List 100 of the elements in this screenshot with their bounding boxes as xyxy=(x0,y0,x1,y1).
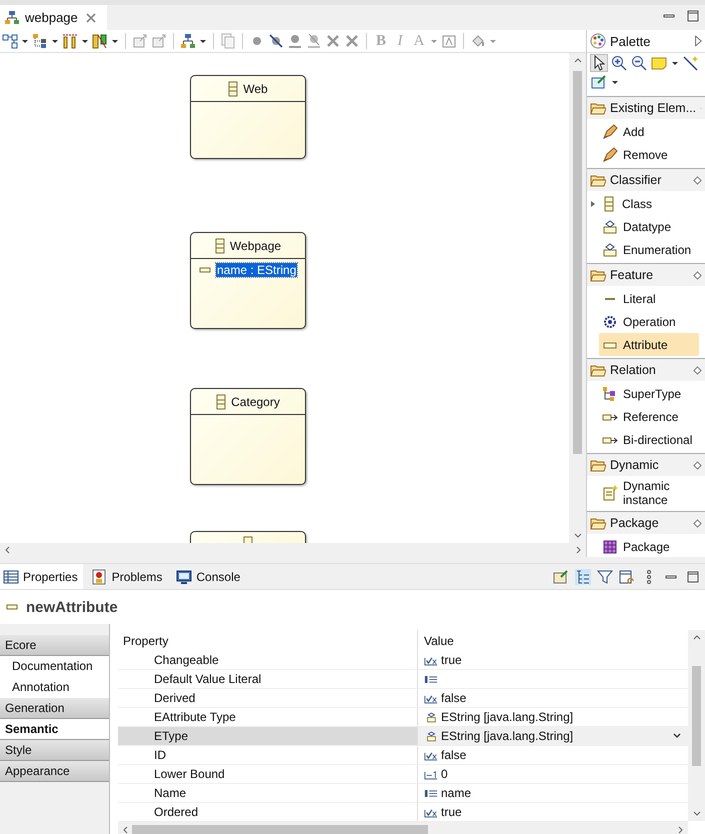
diagram-icon xyxy=(4,10,20,26)
palette-item[interactable]: Reference xyxy=(599,405,699,428)
note-attachment-icon[interactable] xyxy=(591,74,607,90)
palette-item[interactable]: Literal xyxy=(599,287,699,310)
attribute-label[interactable]: name : EString xyxy=(216,263,298,277)
palette-item[interactable]: Dynamic instance xyxy=(599,477,699,509)
expand-icon[interactable] xyxy=(590,200,596,208)
view-tab[interactable]: Properties xyxy=(0,564,83,589)
property-row[interactable]: Derived false xyxy=(118,689,688,708)
restore-default-icon[interactable] xyxy=(619,568,635,584)
palette-item[interactable]: Class xyxy=(599,192,699,215)
view-tab[interactable]: Console xyxy=(173,564,246,589)
align-icon[interactable] xyxy=(62,33,78,49)
property-row[interactable]: Lower Bound 0 xyxy=(118,765,688,784)
class-name: Category xyxy=(231,394,280,408)
category-tab[interactable]: Generation xyxy=(0,698,109,719)
view-tab[interactable]: Problems xyxy=(88,564,168,589)
category-tab[interactable]: Style xyxy=(0,740,109,761)
property-row[interactable]: EType EString [java.lang.String] xyxy=(118,727,688,746)
text-icon xyxy=(424,788,438,798)
pointer-icon[interactable] xyxy=(591,55,607,71)
vertical-scrollbar[interactable] xyxy=(688,630,705,821)
property-value: name xyxy=(441,786,472,800)
horizontal-scrollbar[interactable] xyxy=(0,543,586,557)
horizontal-scrollbar[interactable] xyxy=(118,822,688,834)
palette-drawer[interactable]: Existing Elem... xyxy=(587,97,705,119)
package-icon xyxy=(602,538,618,554)
palette-drawer[interactable]: Classifier xyxy=(587,169,705,191)
vertical-scrollbar[interactable] xyxy=(569,53,586,543)
palette-item[interactable]: Remove xyxy=(599,143,699,166)
class-node[interactable]: Webpage name : EString xyxy=(190,232,306,329)
property-value: false xyxy=(441,748,466,762)
palette-drawer[interactable]: Relation xyxy=(587,359,705,381)
font-color-icon[interactable] xyxy=(441,33,457,49)
hierarchy-icon[interactable] xyxy=(180,33,196,49)
palette-item[interactable]: Add xyxy=(599,120,699,143)
property-row[interactable]: Changeable true xyxy=(118,651,688,670)
palette-item[interactable]: Package xyxy=(599,535,699,557)
fill-icon[interactable] xyxy=(470,33,486,49)
filter-icon[interactable] xyxy=(597,568,613,584)
palette-item[interactable]: SuperType xyxy=(599,382,699,405)
class-icon xyxy=(214,238,225,254)
property-value: EString [java.lang.String] xyxy=(441,729,574,743)
category-tab[interactable]: Appearance xyxy=(0,761,109,782)
instance-icon xyxy=(602,485,618,501)
property-value: 0 xyxy=(441,767,448,781)
categories-icon[interactable] xyxy=(575,568,591,584)
category-tab[interactable]: Ecore xyxy=(0,635,109,656)
palette-item[interactable]: Datatype xyxy=(599,215,699,238)
property-row[interactable]: Name name xyxy=(118,784,688,803)
palette-item[interactable]: Attribute xyxy=(599,333,699,356)
problems-icon xyxy=(92,568,108,584)
datatype-icon xyxy=(602,218,618,234)
zoom-in-icon[interactable] xyxy=(611,55,627,71)
hide-icon[interactable] xyxy=(268,33,284,49)
property-name: EAttribute Type xyxy=(154,710,236,724)
palette-item[interactable]: Enumeration xyxy=(599,238,699,261)
class-icon xyxy=(228,80,238,96)
pen-icon xyxy=(602,124,618,140)
boolean-icon xyxy=(424,806,438,818)
boolean-icon xyxy=(424,750,438,760)
class-node[interactable]: Web xyxy=(190,75,306,159)
hierarchy-icon xyxy=(602,386,618,402)
hide-label-icon[interactable] xyxy=(306,33,322,49)
category-tab[interactable]: Documentation xyxy=(0,656,109,677)
number-icon xyxy=(424,768,438,780)
palette-drawer[interactable]: Dynamic xyxy=(587,454,705,476)
datatype-icon xyxy=(424,712,438,722)
resize-icon[interactable] xyxy=(92,33,108,49)
palette-drawer[interactable]: Package xyxy=(587,512,705,534)
maximize-icon[interactable] xyxy=(685,8,701,24)
category-tab[interactable]: Semantic xyxy=(0,719,109,740)
layout-icon[interactable] xyxy=(2,33,18,49)
palette-icon xyxy=(590,33,606,49)
delete-icon[interactable] xyxy=(325,33,341,49)
editor-tab[interactable]: webpage xyxy=(0,5,107,30)
palette-drawer[interactable]: Feature xyxy=(587,264,705,286)
category-tab[interactable]: Annotation xyxy=(0,677,109,698)
property-row[interactable]: ID false xyxy=(118,746,688,765)
arrange-icon[interactable] xyxy=(32,33,48,49)
palette-item[interactable]: Operation xyxy=(599,310,699,333)
connector-icon[interactable] xyxy=(683,55,699,71)
property-value: false xyxy=(441,691,466,705)
property-name: Name xyxy=(154,786,186,800)
column-header[interactable]: Value xyxy=(418,630,688,651)
datatype-icon xyxy=(424,730,438,742)
column-header[interactable]: Property xyxy=(118,630,418,651)
palette-item[interactable]: Bi-directional xyxy=(599,428,699,451)
boolean-icon xyxy=(424,692,438,704)
delete-icon[interactable] xyxy=(344,33,360,49)
collapse-icon[interactable] xyxy=(694,35,702,47)
maximize-icon[interactable] xyxy=(685,568,701,584)
property-name: Lower Bound xyxy=(154,767,225,781)
class-name: Webpage xyxy=(230,238,282,252)
palette-title: Palette xyxy=(610,34,652,48)
zoom-out-icon[interactable] xyxy=(631,55,647,71)
property-row[interactable]: Default Value Literal xyxy=(118,670,688,689)
table-icon xyxy=(3,568,19,584)
class-node[interactable]: Category xyxy=(190,388,306,485)
pin-editor-icon[interactable] xyxy=(553,568,569,584)
